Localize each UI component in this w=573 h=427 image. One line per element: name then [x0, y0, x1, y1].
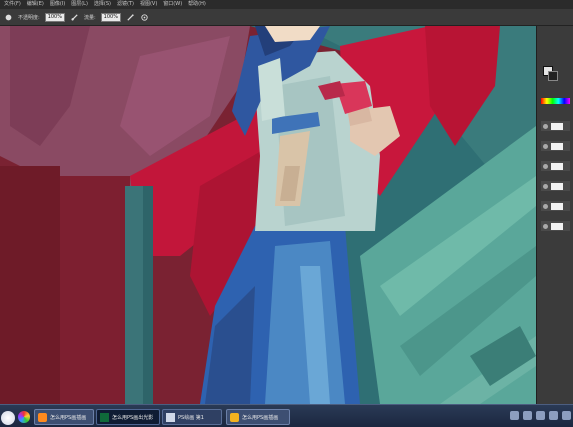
visibility-eye-icon[interactable]	[543, 223, 548, 229]
visibility-eye-icon[interactable]	[543, 203, 548, 209]
menu-file[interactable]: 文件(F)	[4, 0, 21, 9]
layer-thumbnail	[551, 122, 563, 130]
layer-thumbnail	[551, 202, 563, 210]
app-icon	[230, 412, 239, 422]
taskbar-item[interactable]: 怎么用PS画出光影	[96, 409, 160, 425]
flag-icon[interactable]	[549, 411, 558, 420]
layer-thumbnail	[551, 162, 563, 170]
layer-row[interactable]	[541, 141, 570, 151]
menu-bar: 文件(F) 编辑(E) 图像(I) 图层(L) 选择(S) 滤镜(T) 视图(V…	[0, 0, 573, 9]
windows-taskbar: 怎么用PS画插画 怎么用PS画出光影 PS绘画 第1 怎么用PS画插画	[0, 404, 573, 427]
volume-icon[interactable]	[523, 411, 532, 420]
taskbar-item[interactable]: 怎么用PS画插画	[34, 409, 94, 425]
taskbar-item-label: 怎么用PS画插画	[50, 414, 87, 421]
app-icon	[38, 412, 47, 422]
layers-panel	[536, 26, 573, 404]
visibility-eye-icon[interactable]	[543, 143, 548, 149]
brush-preset-icon[interactable]	[4, 13, 13, 22]
menu-filter[interactable]: 滤镜(T)	[117, 0, 134, 9]
visibility-eye-icon[interactable]	[543, 163, 548, 169]
taskbar-item-label: 怎么用PS画插画	[242, 414, 279, 421]
document-canvas[interactable]	[0, 26, 536, 404]
menu-layer[interactable]: 图层(L)	[71, 0, 88, 9]
background-color-swatch[interactable]	[548, 71, 558, 81]
taskbar-item-label: PS绘画 第1	[178, 414, 204, 421]
illustration	[0, 26, 536, 404]
start-button[interactable]	[1, 411, 15, 425]
flow-field[interactable]: 100%	[100, 12, 121, 22]
visibility-eye-icon[interactable]	[543, 183, 548, 189]
taskbar-item-label: 怎么用PS画出光影	[112, 414, 154, 421]
airbrush-icon[interactable]	[126, 13, 135, 22]
tool-options-bar: 不透明度: 100% 流量: 100%	[0, 9, 573, 26]
layer-row[interactable]	[541, 201, 570, 211]
pressure-size-icon[interactable]	[140, 13, 149, 22]
menu-image[interactable]: 图像(I)	[50, 0, 65, 9]
visibility-eye-icon[interactable]	[543, 123, 548, 129]
layer-row[interactable]	[541, 221, 570, 231]
layer-thumbnail	[551, 142, 563, 150]
app-icon	[100, 412, 109, 422]
layer-thumbnail	[551, 182, 563, 190]
menu-window[interactable]: 窗口(W)	[163, 0, 182, 9]
opacity-label: 不透明度:	[18, 14, 40, 21]
taskbar-item[interactable]: PS绘画 第1	[162, 409, 222, 425]
app-icon	[166, 412, 175, 422]
menu-edit[interactable]: 编辑(E)	[27, 0, 44, 9]
pressure-opacity-icon[interactable]	[70, 13, 79, 22]
menu-help[interactable]: 帮助(H)	[188, 0, 206, 9]
layer-row[interactable]	[541, 181, 570, 191]
color-wheel-app-icon[interactable]	[18, 411, 30, 423]
opacity-field[interactable]: 100%	[44, 12, 65, 22]
layer-row[interactable]	[541, 121, 570, 131]
layer-row[interactable]	[541, 161, 570, 171]
system-tray	[510, 411, 571, 420]
color-spectrum[interactable]	[541, 98, 570, 104]
clock-icon[interactable]	[562, 411, 571, 420]
layer-thumbnail	[551, 222, 563, 230]
battery-icon[interactable]	[536, 411, 545, 420]
taskbar-item[interactable]: 怎么用PS画插画	[226, 409, 290, 425]
menu-select[interactable]: 选择(S)	[94, 0, 111, 9]
flow-label: 流量:	[83, 14, 96, 21]
menu-view[interactable]: 视图(V)	[140, 0, 157, 9]
network-icon[interactable]	[510, 411, 519, 420]
